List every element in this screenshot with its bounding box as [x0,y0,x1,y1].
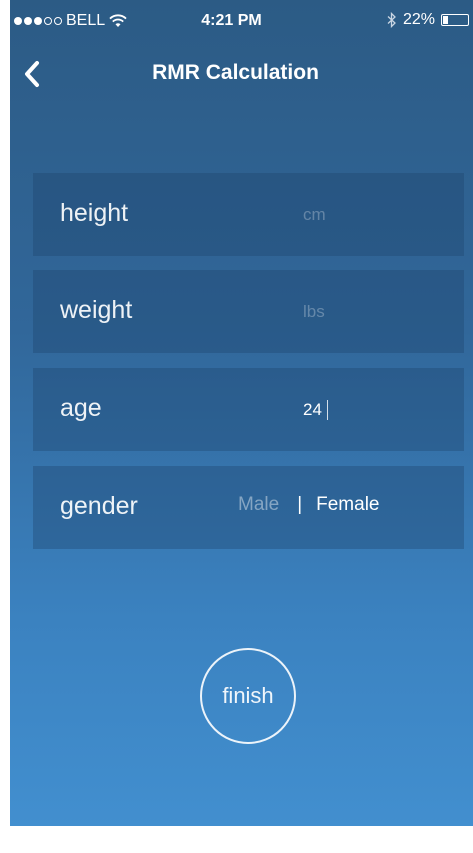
age-row: age [33,368,464,451]
gender-separator: | [297,494,303,515]
height-row: height [33,173,464,256]
status-right: 22% [387,11,469,29]
text-cursor [327,400,328,420]
weight-label: weight [60,296,133,324]
navigation-bar: RMR Calculation [10,44,473,100]
screen: BELL 4:21 PM 22% RMR Calculation height … [10,0,473,826]
battery-level [443,16,448,24]
gender-row: gender Male | Female [33,466,464,549]
age-label: age [60,394,102,422]
finish-button[interactable]: finish [200,648,296,744]
gender-label: gender [60,492,138,520]
device-frame: BELL 4:21 PM 22% RMR Calculation height … [0,0,473,853]
status-bar: BELL 4:21 PM 22% [10,0,473,40]
gender-option-male[interactable]: Male [238,494,279,516]
weight-input[interactable] [303,292,443,332]
bluetooth-icon [387,12,396,28]
battery-icon [441,14,469,26]
gender-selector: Male | Female [238,494,379,516]
age-input[interactable] [303,390,443,430]
weight-row: weight [33,270,464,353]
page-title: RMR Calculation [152,61,319,84]
battery-percent: 22% [402,11,435,28]
height-label: height [60,199,129,227]
gender-option-female[interactable]: Female [316,494,379,516]
height-input[interactable] [303,195,443,235]
